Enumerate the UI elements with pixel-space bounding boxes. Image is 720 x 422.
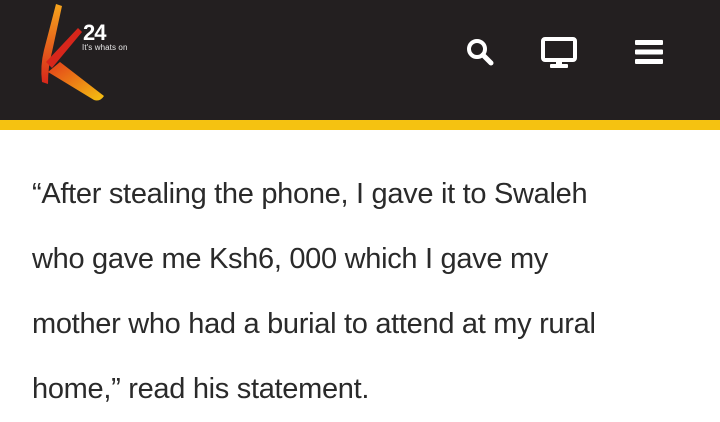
search-button[interactable] xyxy=(458,30,502,74)
logo-24-text: 24 xyxy=(83,20,107,45)
header-accent-bar xyxy=(0,120,720,130)
k24-logo[interactable]: 24 It's whats on xyxy=(26,0,156,104)
menu-button[interactable] xyxy=(627,30,671,74)
k24-logo-mark: 24 xyxy=(41,4,108,101)
logo-tagline: It's whats on xyxy=(82,43,128,52)
tv-icon xyxy=(541,37,577,68)
site-header: 24 It's whats on xyxy=(0,0,720,120)
search-icon xyxy=(467,39,494,66)
article-body: “After stealing the phone, I gave it to … xyxy=(32,162,704,422)
article-text-line: mother who had a burial to attend at my … xyxy=(32,308,596,340)
live-tv-button[interactable] xyxy=(537,30,581,74)
article-text-line: home,” read his statement. xyxy=(32,373,370,405)
article-text-line: who gave me Ksh6, 000 which I gave my xyxy=(32,243,549,275)
article-text-line: “After stealing the phone, I gave it to … xyxy=(32,178,588,210)
menu-icon xyxy=(635,40,663,64)
